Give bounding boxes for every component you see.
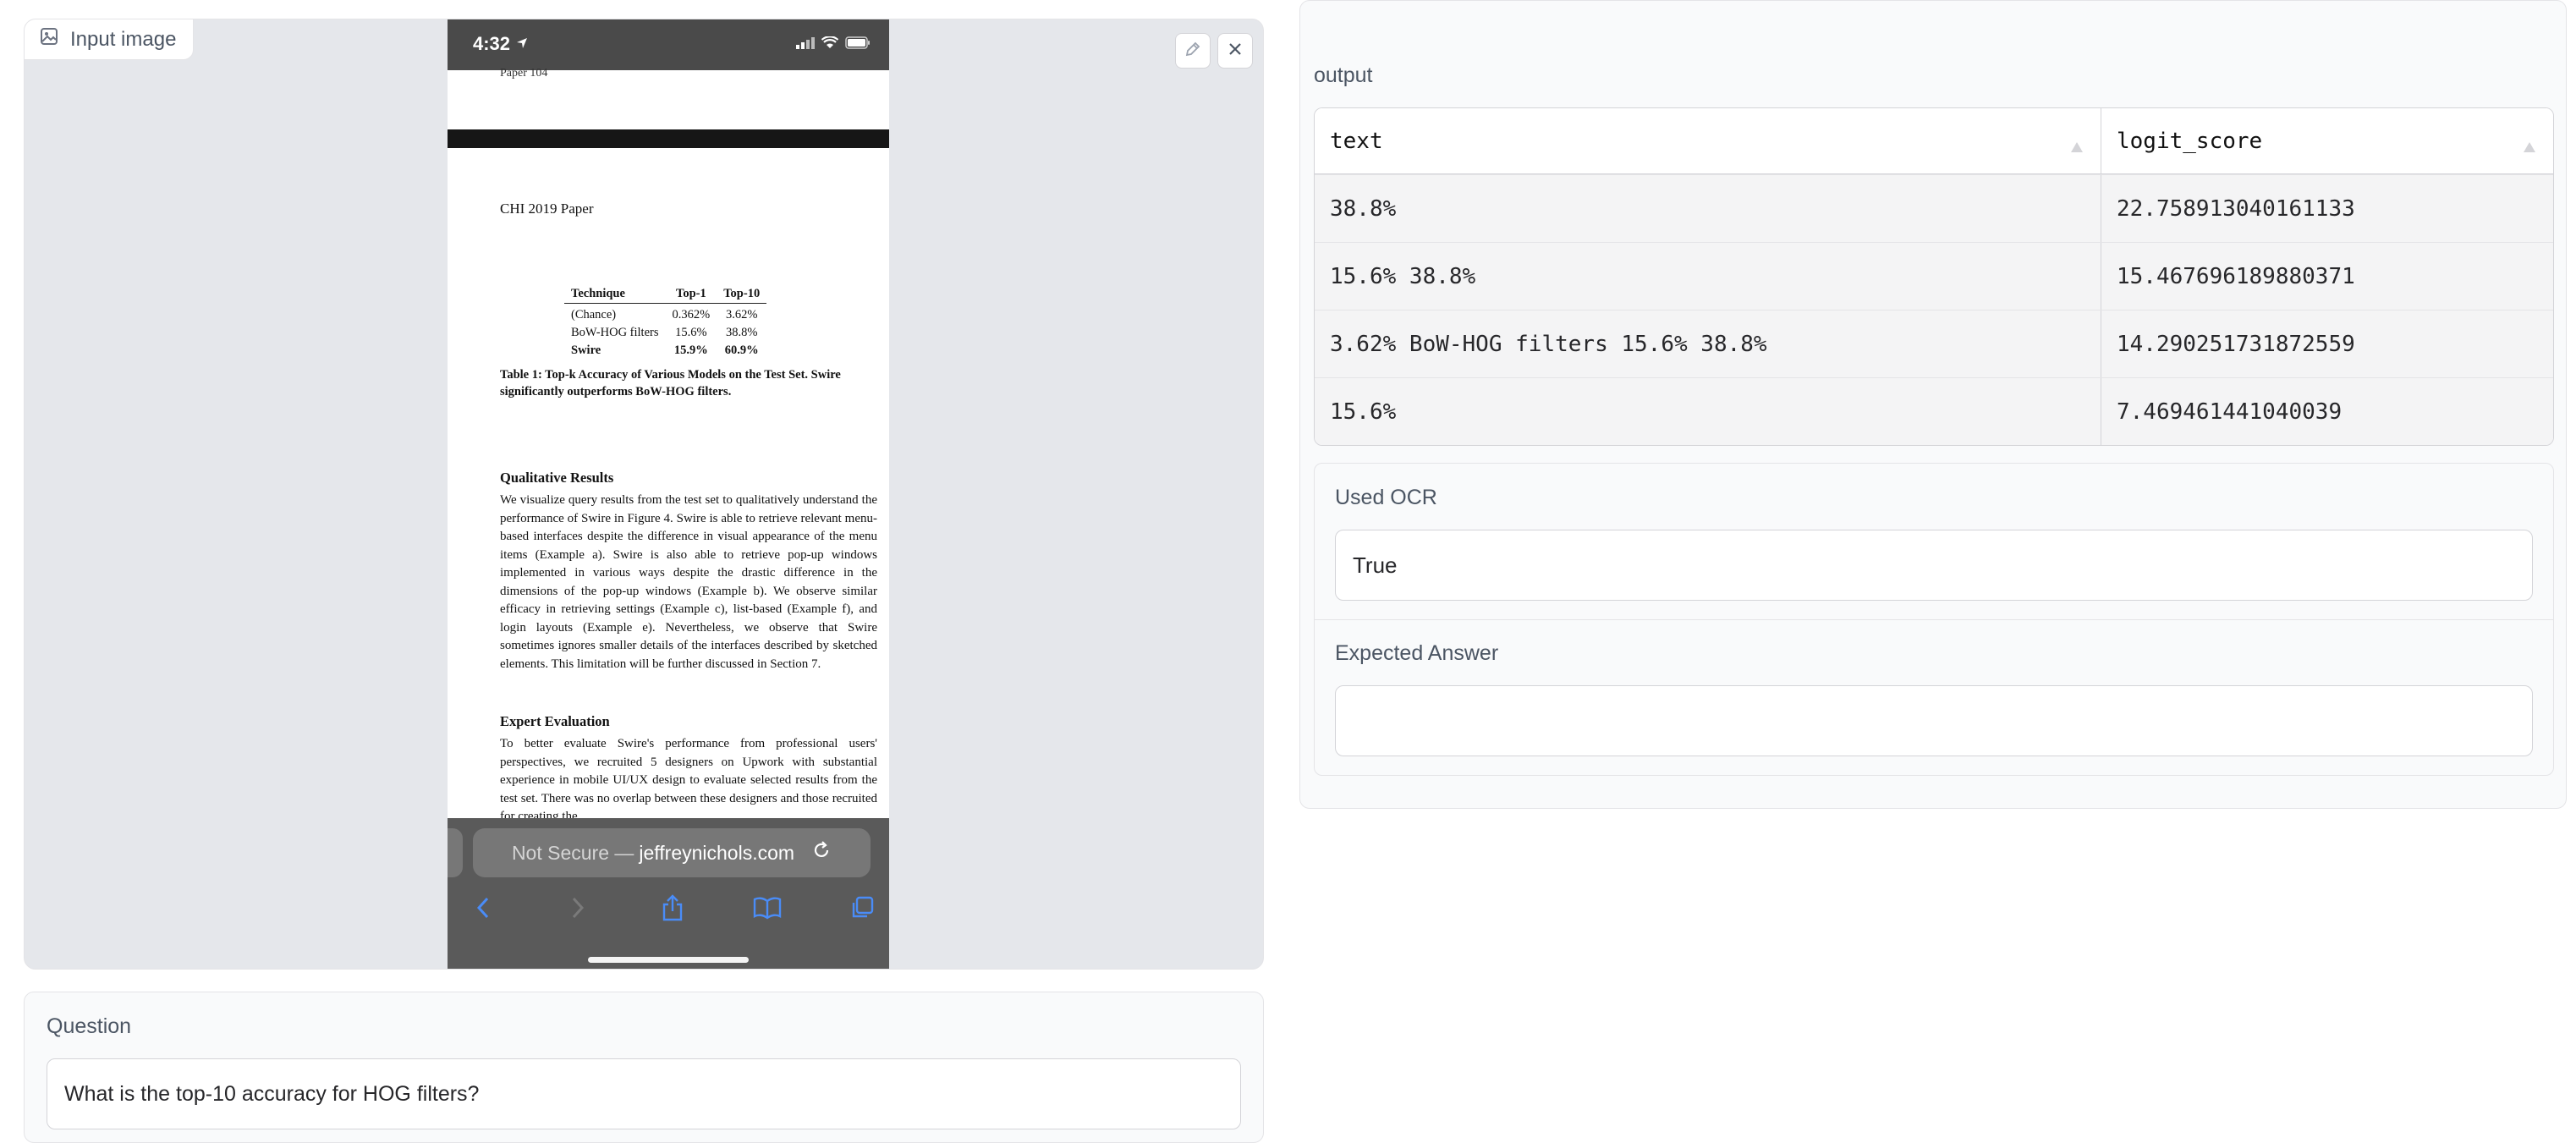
- address-bar[interactable]: Not Secure — jeffreynichols.com: [473, 828, 871, 877]
- table-cell[interactable]: 15.6%: [1315, 378, 2101, 445]
- location-arrow-icon: [515, 33, 529, 54]
- safari-nav-row: [448, 886, 889, 928]
- section-body-expert: To better evaluate Swire's performance f…: [500, 737, 877, 823]
- table-row: 15.6% 7.469461441040039: [1315, 377, 2553, 445]
- table-cell[interactable]: 22.758913040161133: [2101, 175, 2553, 242]
- expected-answer-label: Expected Answer: [1335, 641, 1499, 665]
- column-header-text[interactable]: text: [1315, 108, 2101, 173]
- question-panel: Question What is the top-10 accuracy for…: [24, 992, 1264, 1143]
- ios-status-bar: 4:32: [448, 19, 889, 70]
- bookmarks-icon[interactable]: [750, 893, 784, 923]
- share-icon[interactable]: [656, 893, 689, 923]
- edit-button[interactable]: [1175, 33, 1211, 69]
- table-header-row: Technique Top-1 Top-10: [564, 285, 767, 304]
- section-title-qualitative: Qualitative Results: [500, 470, 614, 486]
- table-cell[interactable]: 14.290251731872559: [2101, 310, 2553, 377]
- question-label: Question: [47, 1014, 132, 1038]
- phone-screenshot: 4:32 Paper 104 CHI 2019 Paper Technique …: [448, 19, 889, 969]
- sort-icon[interactable]: [2070, 134, 2084, 159]
- table-caption: Table 1: Top-k Accuracy of Various Model…: [500, 368, 841, 398]
- table-cell[interactable]: 15.6% 38.8%: [1315, 243, 2101, 310]
- table-cell[interactable]: 15.467696189880371: [2101, 243, 2553, 310]
- section-body-qualitative: We visualize query results from the test…: [500, 493, 877, 671]
- result-fields: Used OCR True Expected Answer: [1314, 463, 2554, 776]
- back-icon[interactable]: [466, 893, 500, 923]
- status-time: 4:32: [473, 33, 529, 55]
- output-label: output: [1314, 63, 1373, 87]
- image-icon: [40, 27, 58, 52]
- used-ocr-field[interactable]: True: [1335, 530, 2533, 601]
- close-icon: [1226, 40, 1244, 63]
- table-cell[interactable]: 3.62% BoW-HOG filters 15.6% 38.8%: [1315, 310, 2101, 377]
- table-row: 15.6% 38.8% 15.467696189880371: [1315, 242, 2553, 310]
- expected-answer-field[interactable]: [1335, 685, 2533, 756]
- safari-toolbar: Not Secure — jeffreynichols.com: [448, 818, 889, 969]
- table-row: BoW-HOG filters 15.6% 38.8%: [571, 326, 758, 339]
- page-divider: [448, 129, 889, 148]
- table-row: (Chance) 0.362% 3.62%: [571, 308, 758, 321]
- table-row: 3.62% BoW-HOG filters 15.6% 38.8% 14.290…: [1315, 310, 2553, 377]
- input-image-panel: Input image 4:32 Paper 104 CHI 2019 Pape…: [24, 19, 1264, 970]
- table-header-row: text logit_score: [1315, 108, 2553, 174]
- previous-tab-peek: [448, 828, 463, 877]
- table-cell[interactable]: 38.8%: [1315, 175, 2101, 242]
- clear-image-button[interactable]: [1217, 33, 1253, 69]
- section-title-expert: Expert Evaluation: [500, 713, 610, 729]
- column-header-logit-score[interactable]: logit_score: [2101, 108, 2553, 173]
- table-row: Swire 15.9% 60.9%: [571, 343, 759, 357]
- output-panel: output text logit_score 38.8% 22.7589130…: [1299, 0, 2567, 809]
- output-dataframe: text logit_score 38.8% 22.75891304016113…: [1314, 107, 2554, 446]
- table-row: 38.8% 22.758913040161133: [1315, 174, 2553, 242]
- input-image-label: Input image: [25, 19, 195, 60]
- signal-icon: [796, 36, 815, 53]
- sort-icon[interactable]: [2523, 134, 2536, 159]
- field-divider: [1315, 619, 2553, 620]
- tabs-icon[interactable]: [845, 893, 879, 923]
- home-indicator: [588, 957, 749, 963]
- question-input[interactable]: What is the top-10 accuracy for HOG filt…: [47, 1058, 1241, 1129]
- paper-tag: Paper 104: [500, 67, 548, 80]
- wifi-icon: [821, 36, 839, 53]
- battery-icon: [845, 36, 871, 53]
- pencil-icon: [1184, 40, 1202, 63]
- table-cell[interactable]: 7.469461441040039: [2101, 378, 2553, 445]
- paper-header: CHI 2019 Paper: [500, 201, 594, 217]
- reload-icon[interactable]: [811, 840, 832, 865]
- forward-icon[interactable]: [561, 893, 595, 923]
- used-ocr-label: Used OCR: [1335, 486, 1437, 509]
- accuracy-table: Technique Top-1 Top-10 (Chance) 0.362% 3…: [564, 285, 767, 360]
